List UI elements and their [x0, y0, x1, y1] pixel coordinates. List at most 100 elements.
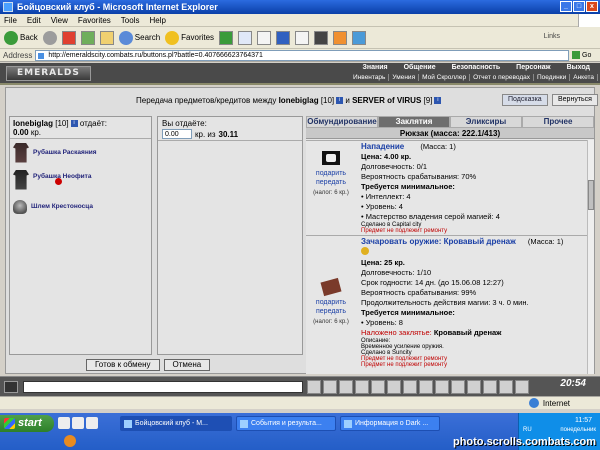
maximize-button[interactable]: □: [573, 1, 585, 12]
filter-icon[interactable]: [339, 380, 353, 394]
chat-menu-icon[interactable]: [4, 381, 18, 393]
taskbar-item[interactable]: Информация о Dark ...: [340, 416, 440, 431]
tab-spells[interactable]: Заклятия: [378, 116, 450, 128]
word-icon[interactable]: [276, 30, 291, 45]
history-icon[interactable]: [219, 30, 234, 45]
list-item[interactable]: Шлем Крестоносца: [10, 193, 151, 220]
nav-communication[interactable]: Общение: [396, 64, 444, 71]
transfer-link[interactable]: передать: [306, 178, 356, 187]
ie-launch-icon[interactable]: [72, 417, 84, 429]
money-input[interactable]: 0.00: [162, 129, 192, 139]
gift-link[interactable]: подарить: [306, 298, 356, 307]
media-icon[interactable]: [86, 417, 98, 429]
info-icon[interactable]: i: [434, 97, 442, 105]
subnav-transfer-report[interactable]: Отчет о переводах: [470, 74, 534, 81]
nav-exit[interactable]: Выход: [559, 64, 598, 71]
clan-icon[interactable]: [467, 380, 481, 394]
ignore-icon[interactable]: [483, 380, 497, 394]
start-button[interactable]: start: [0, 415, 54, 432]
map-icon[interactable]: [419, 380, 433, 394]
ready-button[interactable]: Готов к обмену: [86, 359, 160, 371]
minimize-button[interactable]: _: [560, 1, 572, 12]
tab-other[interactable]: Прочее: [522, 116, 594, 128]
player2-name[interactable]: SERVER of VIRUS: [352, 96, 421, 105]
info-icon[interactable]: i: [336, 97, 344, 105]
messenger-icon[interactable]: [352, 30, 367, 45]
item-chance: Вероятность срабатывания: 99%: [361, 288, 477, 297]
tab-elixirs[interactable]: Эликсиры: [450, 116, 522, 128]
trade-icon[interactable]: [451, 380, 465, 394]
player1-name[interactable]: Ionebiglag: [279, 96, 319, 105]
cancel-button[interactable]: Отмена: [163, 359, 211, 371]
info-icon[interactable]: i: [70, 120, 78, 128]
subnav-fights[interactable]: Поединки: [534, 74, 571, 81]
hint-button[interactable]: Подсказка: [502, 94, 548, 106]
list-item[interactable]: Рубашка Раскаяния: [10, 139, 151, 166]
list-item[interactable]: Рубашка Неофита: [10, 166, 151, 193]
refresh-icon[interactable]: [80, 30, 95, 45]
nav-character[interactable]: Персонаж: [508, 64, 558, 71]
menu-tools[interactable]: Tools: [121, 16, 140, 25]
home-icon[interactable]: [99, 30, 114, 45]
subnav-inventory[interactable]: Инвентарь: [350, 74, 390, 81]
item-actions: подарить передать (налог: 6 кр.): [306, 141, 356, 196]
address-input[interactable]: http://emeraldscity.combats.ru/buttons.p…: [35, 49, 569, 61]
go-button[interactable]: Go: [572, 50, 600, 61]
favorites-button[interactable]: Favorites: [165, 30, 214, 45]
menu-help[interactable]: Help: [149, 16, 165, 25]
nav-knowledge[interactable]: Знания: [354, 64, 395, 71]
print-icon[interactable]: [257, 30, 272, 45]
taskbar-item[interactable]: События и результа...: [236, 416, 336, 431]
menu-file[interactable]: File: [4, 16, 17, 25]
subnav-scroller[interactable]: Мой Скроллер: [419, 74, 471, 81]
mail-icon[interactable]: [238, 30, 253, 45]
sub-nav: Инвентарь Умения Мой Скроллер Отчет о пе…: [350, 74, 598, 81]
backpack-scrollbar[interactable]: [587, 140, 594, 374]
nav-security[interactable]: Безопасность: [444, 64, 509, 71]
search-button[interactable]: Search: [118, 30, 160, 45]
private-icon[interactable]: [435, 380, 449, 394]
language-indicator[interactable]: RU: [523, 427, 532, 433]
watermark: photo.scrolls.combats.com: [452, 436, 596, 448]
smile-icon[interactable]: [403, 380, 417, 394]
item-name[interactable]: Нападение: [361, 142, 404, 151]
transfer-link[interactable]: передать: [306, 307, 356, 316]
chat-input[interactable]: [23, 381, 303, 393]
return-button[interactable]: Вернуться: [552, 94, 598, 106]
taskbar-item[interactable]: Бойцовский клуб - M...: [120, 416, 232, 431]
orange-circle-icon[interactable]: [64, 435, 76, 447]
menu-edit[interactable]: Edit: [27, 16, 41, 25]
people-icon[interactable]: [355, 380, 369, 394]
back-button[interactable]: Back: [4, 30, 38, 45]
info-icon[interactable]: [387, 380, 401, 394]
menu-view[interactable]: View: [51, 16, 68, 25]
desktop-icon[interactable]: [58, 417, 70, 429]
fight-icon[interactable]: [371, 380, 385, 394]
globe-icon: [528, 398, 539, 408]
erase-icon[interactable]: [323, 380, 337, 394]
partner-name[interactable]: Ionebiglag: [13, 119, 53, 128]
forward-button[interactable]: [42, 30, 57, 45]
stop-icon[interactable]: [61, 30, 76, 45]
k-icon[interactable]: [314, 30, 329, 45]
req-value: Уровень: 8: [365, 318, 403, 327]
coin-icon: [361, 247, 369, 255]
scrollbar-thumb[interactable]: [588, 180, 594, 210]
links-label[interactable]: Links: [544, 33, 560, 40]
item-req: • Уровень: 4: [361, 202, 403, 211]
address-bar: Address http://emeraldscity.combats.ru/b…: [0, 49, 600, 62]
settings-icon[interactable]: [515, 380, 529, 394]
subnav-profile[interactable]: Анкета: [570, 74, 598, 81]
menu-favorites[interactable]: Favorites: [78, 16, 111, 25]
at-icon[interactable]: [333, 30, 348, 45]
tab-equipment[interactable]: Обмундирование: [306, 116, 378, 128]
scroll-chat-icon[interactable]: [499, 380, 513, 394]
shirt-icon: [13, 142, 29, 163]
item-name[interactable]: Зачаровать оружие: Кровавый дренаж: [361, 237, 516, 246]
document-icon[interactable]: [295, 30, 310, 45]
tray-clock[interactable]: 11:57: [575, 417, 592, 424]
close-button[interactable]: x: [586, 1, 598, 12]
send-icon[interactable]: [307, 380, 321, 394]
gift-link[interactable]: подарить: [306, 169, 356, 178]
subnav-skills[interactable]: Умения: [389, 74, 420, 81]
